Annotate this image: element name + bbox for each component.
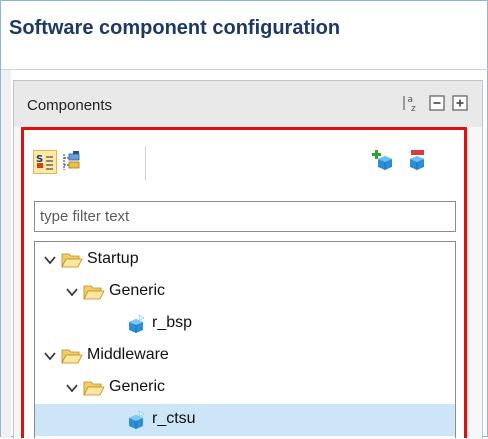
chevron-down-icon[interactable] [65,381,79,395]
svg-text:z: z [411,104,416,113]
show-components-icon[interactable]: S [33,150,57,174]
open-folder-icon [83,378,105,398]
tree-folder-generic[interactable]: Generic [35,276,455,308]
left-gutter [1,70,11,438]
open-folder-icon [83,282,105,302]
filter-input[interactable] [34,201,456,232]
tree-folder-startup[interactable]: Startup [35,244,455,276]
show-hierarchy-icon[interactable] [59,150,83,174]
open-folder-icon [61,346,83,366]
tree-item-label: r_ctsu [152,410,196,427]
component-cube-icon [125,313,147,335]
tree-component-r-ctsu[interactable]: r_ctsu [35,404,455,436]
component-cube-icon [125,409,147,431]
open-folder-icon [61,250,83,270]
expand-all-icon[interactable] [450,93,470,113]
sort-alphabetical-icon[interactable]: a z [401,93,421,114]
title-divider [1,69,488,70]
highlighted-component-area: S type filter text Startup Generic r_bsp… [21,127,467,438]
components-panel-header: Components a z [14,81,482,127]
tree-item-label: Generic [109,378,166,395]
tree-item-label: Startup [87,250,139,267]
chevron-down-icon[interactable] [65,285,79,299]
page-title: Software component configuration [9,17,341,39]
tree-item-label: r_bsp [152,314,193,331]
components-panel-title: Components [27,97,113,114]
remove-component-icon[interactable] [404,148,428,172]
chevron-down-icon[interactable] [43,253,57,267]
tree-component-r-bsp[interactable]: r_bsp [35,308,455,340]
configuration-page: Software component configuration Compone… [0,0,488,439]
components-toolbar: S [24,130,464,190]
component-tree: Startup Generic r_bsp Middleware Generic… [34,241,456,438]
tree-item-label: Middleware [87,346,169,363]
tree-folder-middleware[interactable]: Middleware [35,340,455,372]
toolbar-separator [145,146,146,180]
add-component-icon[interactable] [372,148,396,172]
tree-item-label: Generic [109,282,166,299]
collapse-all-icon[interactable] [427,93,447,113]
tree-folder-generic[interactable]: Generic [35,372,455,404]
chevron-down-icon[interactable] [43,349,57,363]
